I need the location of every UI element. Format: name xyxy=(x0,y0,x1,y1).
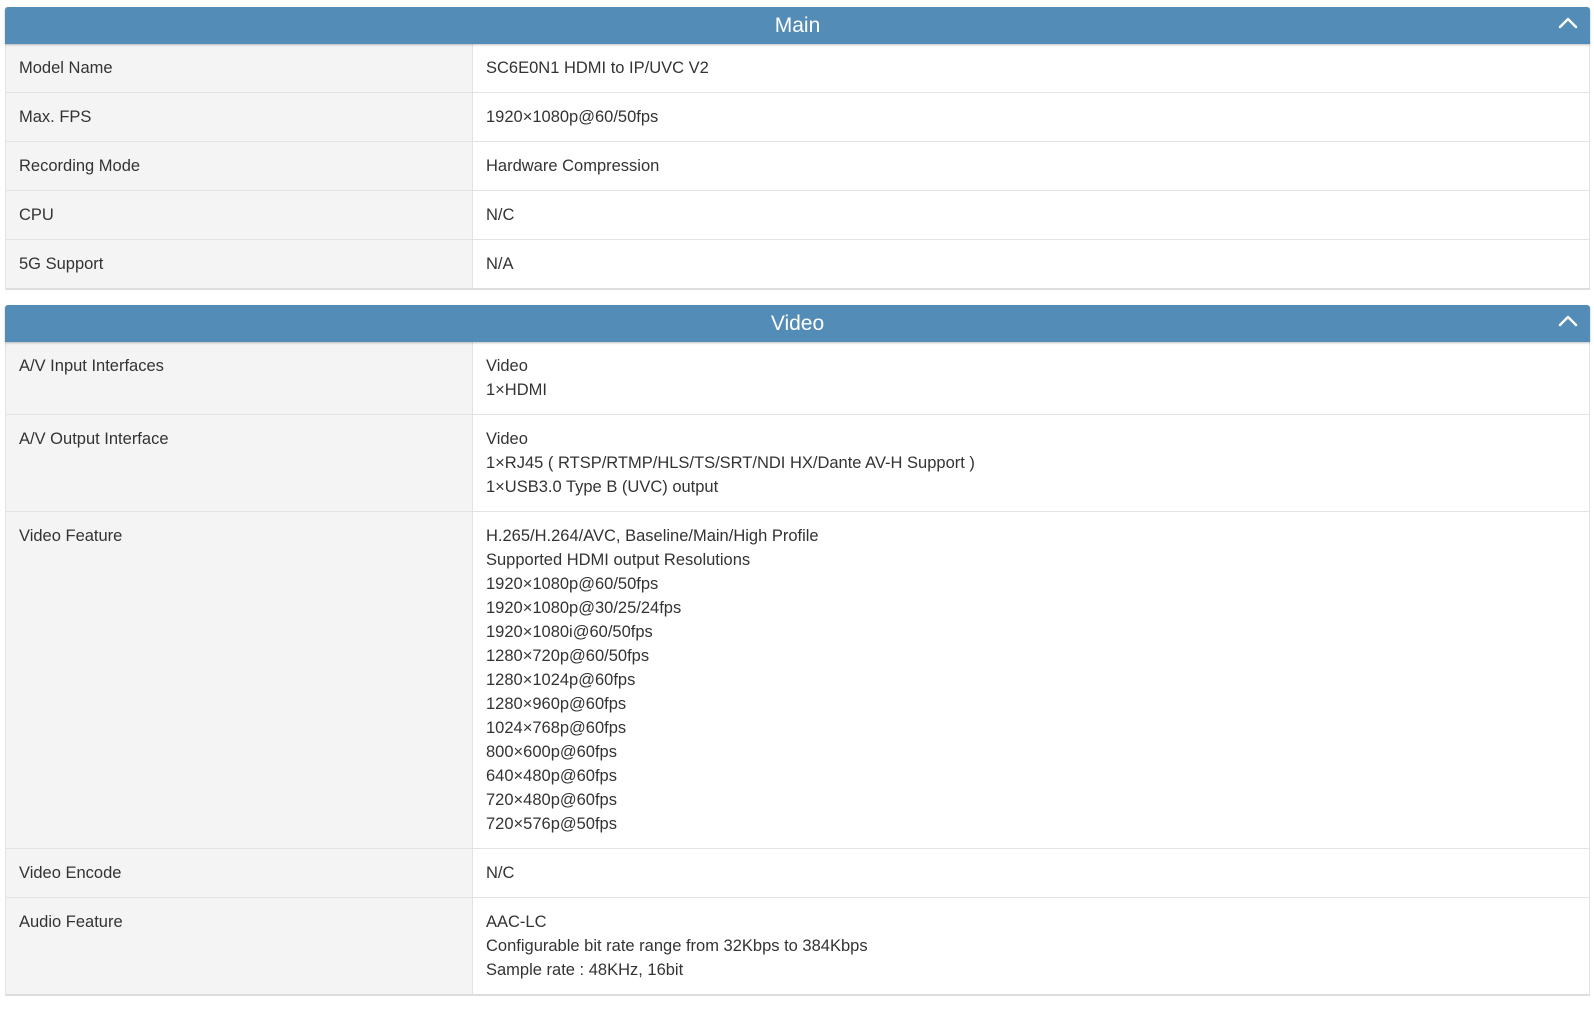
spec-value: Video 1×RJ45 ( RTSP/RTMP/HLS/TS/SRT/NDI H… xyxy=(473,415,1589,511)
section-header-video[interactable]: Video xyxy=(5,305,1590,342)
spec-label: Video Encode xyxy=(6,849,473,897)
spec-value-line: Video xyxy=(486,357,528,375)
section-header-main[interactable]: Main xyxy=(5,7,1590,44)
spec-label: Video Feature xyxy=(6,512,473,848)
spec-label: Max. FPS xyxy=(6,93,473,141)
spec-value-line: 640×480p@60fps xyxy=(486,767,617,785)
spec-value-line: 1×USB3.0 Type B (UVC) output xyxy=(486,478,719,496)
spec-value: AAC-LC Configurable bit rate range from 3… xyxy=(473,898,1589,994)
spec-value: Hardware Compression xyxy=(473,142,1589,190)
spec-label: Recording Mode xyxy=(6,142,473,190)
spec-value-line: 1280×1024p@60fps xyxy=(486,671,636,689)
spec-value: Video 1×HDMI xyxy=(473,342,1589,414)
spec-value-line: Hardware Compression xyxy=(486,157,660,175)
spec-value: N/C xyxy=(473,191,1589,239)
spec-value-line: N/C xyxy=(486,864,515,882)
spec-row-5g-support: 5G Support N/A xyxy=(6,239,1589,288)
spec-value-line: Configurable bit rate range from 32Kbps … xyxy=(486,937,868,955)
spec-row-video-feature: Video Feature H.265/H.264/AVC, Baseline/M… xyxy=(6,511,1589,848)
spec-value-line: Video xyxy=(486,430,528,448)
spec-label: A/V Output Interface xyxy=(6,415,473,511)
spec-label: 5G Support xyxy=(6,240,473,288)
spec-value-line: AAC-LC xyxy=(486,913,547,931)
spec-row-a-v-output-interface: A/V Output Interface Video 1×RJ45 ( RTSP/R… xyxy=(6,414,1589,511)
spec-sheet: Main Model Name SC6E0N1 HDMI to IP/UVC V2 M… xyxy=(5,7,1590,1011)
section-title: Video xyxy=(770,312,825,335)
spec-row-a-v-input-interfaces: A/V Input Interfaces Video 1×HDMI xyxy=(6,342,1589,414)
spec-value-line: 1×HDMI xyxy=(486,381,547,399)
chevron-up-icon[interactable] xyxy=(1558,314,1578,328)
spec-value: SC6E0N1 HDMI to IP/UVC V2 xyxy=(473,44,1589,92)
spec-row-video-encode: Video Encode N/C xyxy=(6,848,1589,897)
spec-value: N/A xyxy=(473,240,1589,288)
spec-value-line: Sample rate : 48KHz, 16bit xyxy=(486,961,684,979)
spec-value: N/C xyxy=(473,849,1589,897)
section-title: Main xyxy=(774,14,821,37)
spec-label: Audio Feature xyxy=(6,898,473,994)
spec-row-recording-mode: Recording Mode Hardware Compression xyxy=(6,141,1589,190)
spec-value-line: H.265/H.264/AVC, Baseline/Main/High Prof… xyxy=(486,527,819,545)
spec-value: H.265/H.264/AVC, Baseline/Main/High Prof… xyxy=(473,512,1589,848)
spec-value-line: Supported HDMI output Resolutions xyxy=(486,551,751,569)
spec-value-line: 1280×720p@60/50fps xyxy=(486,647,650,665)
spec-value-line: 1×RJ45 ( RTSP/RTMP/HLS/TS/SRT/NDI HX/Dan… xyxy=(486,454,975,472)
spec-value-line: 1920×1080p@60/50fps xyxy=(486,108,659,126)
spec-value-line: 720×576p@50fps xyxy=(486,815,617,833)
spec-value-line: 1920×1080p@30/25/24fps xyxy=(486,599,682,617)
spec-value-line: 1920×1080p@60/50fps xyxy=(486,575,659,593)
spec-row-model-name: Model Name SC6E0N1 HDMI to IP/UVC V2 xyxy=(6,44,1589,92)
spec-value-line: 1920×1080i@60/50fps xyxy=(486,623,653,641)
chevron-up-icon[interactable] xyxy=(1558,16,1578,30)
spec-row-cpu: CPU N/C xyxy=(6,190,1589,239)
spec-value-line: N/C xyxy=(486,206,515,224)
spec-value-line: SC6E0N1 HDMI to IP/UVC V2 xyxy=(486,59,709,77)
spec-value-line: 1280×960p@60fps xyxy=(486,695,627,713)
spec-value-line: N/A xyxy=(486,255,514,273)
section-body: A/V Input Interfaces Video 1×HDMI A/V Outpu… xyxy=(5,342,1590,996)
spec-row-audio-feature: Audio Feature AAC-LC Configurable bit rate… xyxy=(6,897,1589,994)
section-main: Main Model Name SC6E0N1 HDMI to IP/UVC V2 M… xyxy=(5,7,1590,290)
spec-label: Model Name xyxy=(6,44,473,92)
spec-label: A/V Input Interfaces xyxy=(6,342,473,414)
spec-value-line: 1024×768p@60fps xyxy=(486,719,627,737)
spec-value-line: 720×480p@60fps xyxy=(486,791,617,809)
spec-value-line: 800×600p@60fps xyxy=(486,743,617,761)
section-video: Video A/V Input Interfaces Video 1×HDMI A/V … xyxy=(5,305,1590,996)
spec-row-max-fps: Max. FPS 1920×1080p@60/50fps xyxy=(6,92,1589,141)
section-body: Model Name SC6E0N1 HDMI to IP/UVC V2 Max. … xyxy=(5,44,1590,290)
spec-label: CPU xyxy=(6,191,473,239)
spec-value: 1920×1080p@60/50fps xyxy=(473,93,1589,141)
